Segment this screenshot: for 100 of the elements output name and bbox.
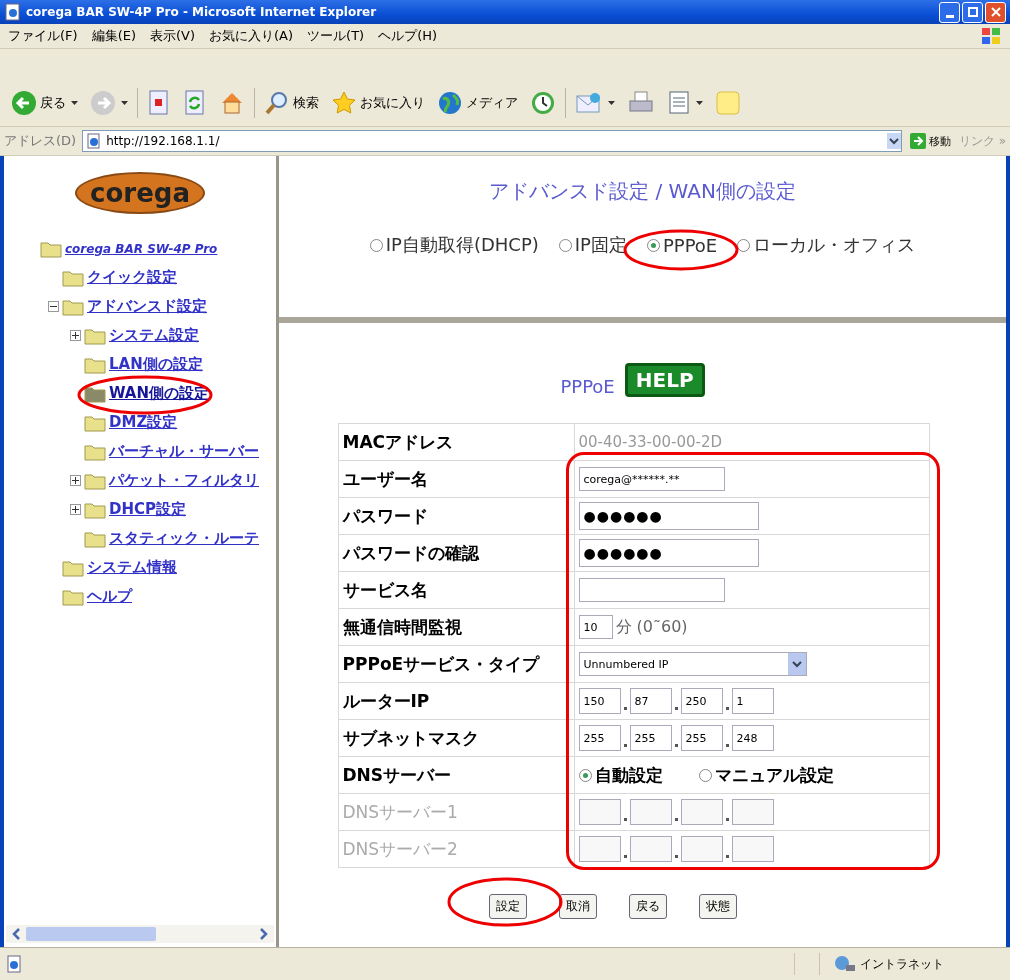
input-field[interactable] [578,578,725,602]
ip-octet-field[interactable]: 255 [629,725,672,751]
back-button[interactable]: 戻る [8,88,81,118]
form-button[interactable]: 設定 [488,894,527,919]
section-title: PPPoE [560,376,615,397]
field-label: MACアドレス [338,423,574,461]
ip-octet-field[interactable] [629,836,672,862]
address-field[interactable]: http://192.168.1.1/ [82,130,902,152]
form-button[interactable]: 戻る [628,894,667,919]
dot-separator [725,744,729,747]
expander-box[interactable] [48,301,59,312]
minimize-button[interactable] [939,1,960,23]
security-zone: イントラネット [860,955,944,973]
dns-mode-radio[interactable]: 自動設定 [578,763,663,787]
menu-item[interactable]: ツール(T) [307,27,365,45]
ip-octet-field[interactable] [731,799,774,825]
media-button[interactable]: メディア [434,88,521,118]
field-label: パスワードの確認 [338,534,574,572]
favorites-button[interactable]: お気に入り [328,88,428,118]
select-field[interactable]: Unnumbered IP [578,652,807,676]
help-button[interactable]: HELP [624,363,705,397]
password-field[interactable]: ●●●●●● [578,502,759,530]
maximize-button[interactable] [962,1,983,23]
clock-icon [530,90,556,116]
field-label: サブネットマスク [338,719,574,757]
field-label: 無通信時間監視 [338,608,574,646]
dot-separator [623,707,627,710]
menu-item[interactable]: 表示(V) [150,27,196,45]
envelope-icon [575,90,603,116]
dot-separator [725,818,729,821]
ip-octet-field[interactable]: 1 [731,688,774,714]
connection-type-radio[interactable]: IP自動取得(DHCP) [369,233,539,257]
tree-link[interactable]: アドバンスド設定 [87,297,207,316]
ip-octet-field[interactable] [731,836,774,862]
dot-separator [725,707,729,710]
caret-icon [121,101,128,105]
note-icon [715,90,741,116]
horizontal-scrollbar[interactable] [6,925,274,943]
caret-icon [71,101,78,105]
ip-octet-field[interactable] [680,836,723,862]
tree-link[interactable]: システム設定 [109,326,199,345]
ip-octet-field[interactable]: 255 [680,725,723,751]
close-icon [990,7,1001,17]
ip-octet-field[interactable]: 150 [578,688,621,714]
ip-octet-field[interactable] [680,799,723,825]
expander-box[interactable] [70,504,81,515]
dot-separator [674,818,678,821]
refresh-icon [183,90,207,116]
logo: corega [75,172,205,214]
search-icon [264,90,290,116]
dot-separator [623,744,627,747]
expander-box[interactable] [70,330,81,341]
caret-icon [696,101,703,105]
form-button[interactable]: 取消 [558,894,597,919]
ip-octet-field[interactable]: 87 [629,688,672,714]
ip-octet-field[interactable]: 248 [731,725,774,751]
tree-link[interactable]: パケット・フィルタリ [109,471,259,490]
page-icon [86,133,103,149]
tree-link[interactable]: システム情報 [87,558,177,577]
ip-octet-field[interactable]: 250 [680,688,723,714]
menu-item[interactable]: ファイル(F) [8,27,78,45]
page-icon [4,3,22,21]
minimize-icon [945,14,954,18]
tree-link[interactable]: ヘルプ [87,587,132,606]
dot-separator [725,855,729,858]
dns-mode-radio[interactable]: マニュアル設定 [698,763,834,787]
input-field[interactable]: corega@******.** [578,467,725,491]
dot-separator [623,855,627,858]
ip-octet-field[interactable] [629,799,672,825]
menu-item[interactable]: ヘルプ(H) [378,27,438,45]
password-field[interactable]: ●●●●●● [578,539,759,567]
tree-link[interactable]: スタティック・ルーテ [109,529,259,548]
tree-link[interactable]: バーチャル・サーバー [109,442,259,461]
close-button[interactable] [985,1,1006,23]
field-label: DNSサーバー1 [338,793,574,831]
menu-item[interactable]: 編集(E) [91,27,136,45]
tree-link[interactable]: LAN側の設定 [109,355,203,374]
tree-link[interactable]: corega BAR SW-4P Pro [65,241,218,256]
field-label: パスワード [338,497,574,535]
ip-octet-field[interactable] [578,799,621,825]
expander-box[interactable] [70,475,81,486]
document-x-icon [147,90,171,116]
input-field[interactable]: 10 [578,615,613,639]
connection-type-radio[interactable]: IP固定 [558,233,627,257]
go-button[interactable]: 移動 [907,133,953,149]
dot-separator [674,744,678,747]
tree-link[interactable]: クイック設定 [87,268,177,287]
ip-octet-field[interactable]: 255 [578,725,621,751]
caret-icon [608,101,615,105]
tree-link[interactable]: DHCP設定 [109,500,186,519]
star-icon [331,90,357,116]
search-button[interactable]: 検索 [261,88,322,118]
network-icon [834,955,856,973]
dot-separator [674,855,678,858]
connection-type-radio[interactable]: ローカル・オフィス [737,233,916,257]
tree-link[interactable]: DMZ設定 [109,413,178,432]
menu-item[interactable]: お気に入り(A) [209,27,294,45]
maximize-icon [967,7,978,17]
ip-octet-field[interactable] [578,836,621,862]
form-button[interactable]: 状態 [698,894,737,919]
